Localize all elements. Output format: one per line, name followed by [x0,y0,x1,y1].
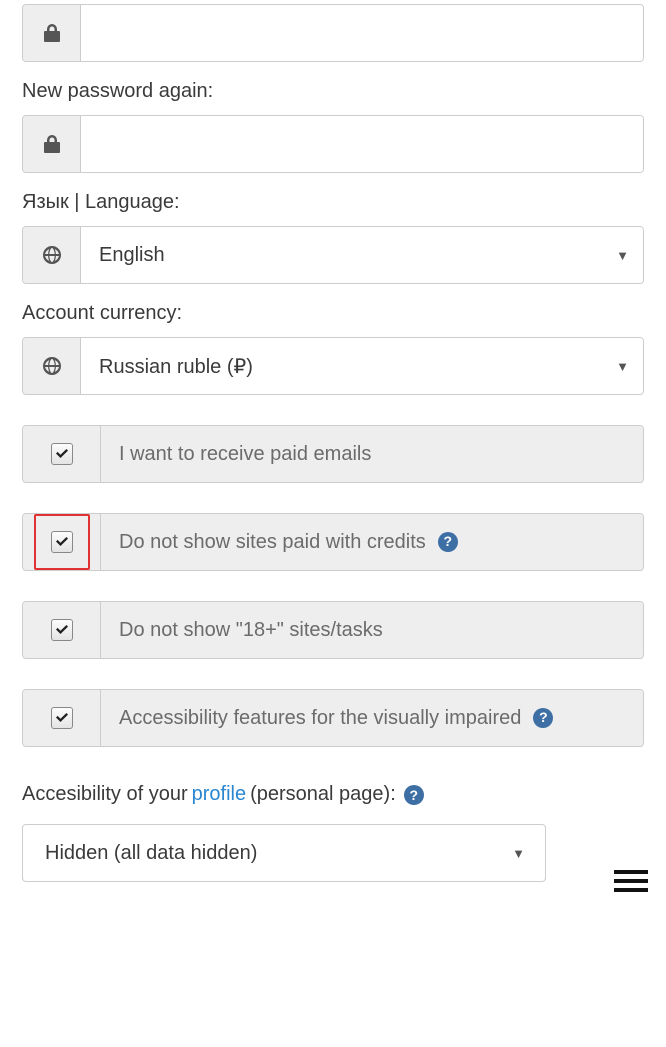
paid-emails-checkbox-cell [23,426,101,482]
lock-icon-addon [23,5,81,61]
lock-icon [43,134,61,154]
new-password-input-group [22,4,644,62]
globe-icon [42,356,62,376]
hide-credit-sites-text: Do not show sites paid with credits [119,528,426,556]
new-password-input[interactable] [81,5,643,61]
language-select-group: English ▼ [22,226,644,284]
hide-credit-sites-label: Do not show sites paid with credits ? [101,514,643,570]
hide-18plus-checkbox[interactable] [51,619,73,641]
accessibility-label: Accessibility features for the visually … [101,690,643,746]
hide-18plus-row: Do not show "18+" sites/tasks [22,601,644,659]
chevron-down-icon: ▼ [616,359,643,374]
hide-credit-sites-checkbox[interactable] [51,531,73,553]
menu-icon[interactable] [614,870,648,892]
accessibility-checkbox-cell [23,690,101,746]
new-password-again-input-group [22,115,644,173]
profile-access-select[interactable]: Hidden (all data hidden) ▼ [22,824,546,882]
paid-emails-label: I want to receive paid emails [101,426,643,482]
accessibility-text: Accessibility features for the visually … [119,704,521,732]
currency-select[interactable]: Russian ruble (₽) ▼ [81,338,643,394]
hide-credit-sites-checkbox-cell [23,514,101,570]
help-icon[interactable]: ? [533,708,553,728]
paid-emails-row: I want to receive paid emails [22,425,644,483]
accessibility-row: Accessibility features for the visually … [22,689,644,747]
chevron-down-icon: ▼ [512,846,545,861]
profile-access-suffix: (personal page): [250,783,396,806]
profile-access-label: Accesibility of your profile (personal p… [22,783,644,806]
hide-credit-sites-row: Do not show sites paid with credits ? [22,513,644,571]
hide-18plus-label: Do not show "18+" sites/tasks [101,602,643,658]
profile-link[interactable]: profile [192,783,246,806]
new-password-again-label: New password again: [22,80,644,103]
chevron-down-icon: ▼ [616,248,643,263]
lock-icon-addon [23,116,81,172]
globe-icon [42,245,62,265]
help-icon[interactable]: ? [404,785,424,805]
globe-icon-addon [23,227,81,283]
profile-access-prefix: Accesibility of your [22,783,188,806]
help-icon[interactable]: ? [438,532,458,552]
accessibility-checkbox[interactable] [51,707,73,729]
lock-icon [43,23,61,43]
language-select[interactable]: English ▼ [81,227,643,283]
currency-label: Account currency: [22,302,644,325]
language-value: English [81,244,616,267]
globe-icon-addon [23,338,81,394]
language-label: Язык | Language: [22,191,644,214]
profile-access-value: Hidden (all data hidden) [23,842,512,865]
paid-emails-checkbox[interactable] [51,443,73,465]
currency-value: Russian ruble (₽) [81,354,616,379]
currency-select-group: Russian ruble (₽) ▼ [22,337,644,395]
new-password-again-input[interactable] [81,116,643,172]
hide-18plus-checkbox-cell [23,602,101,658]
